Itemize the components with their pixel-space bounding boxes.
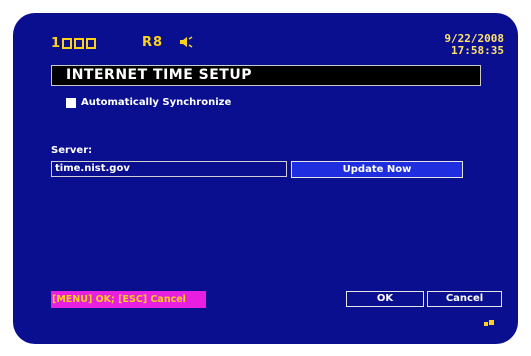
channel-boxes: [62, 37, 97, 49]
cancel-button[interactable]: Cancel: [427, 291, 502, 307]
network-status-icon: [484, 320, 494, 326]
time-text: 17:58:35: [451, 44, 504, 57]
channel-box-icon: [62, 37, 73, 49]
server-label: Server:: [51, 145, 93, 156]
channel-indicator: 1: [51, 35, 97, 51]
dialog-title: INTERNET TIME SETUP: [51, 65, 481, 86]
dvr-screen: 1 R8 9/22/2008 17:58:35 INTERNET TIME SE…: [13, 13, 518, 344]
speaker-icon: [180, 36, 193, 48]
update-now-button[interactable]: Update Now: [291, 161, 463, 178]
auto-sync-checkbox[interactable]: [66, 97, 76, 108]
auto-sync-option[interactable]: Automatically Synchronize: [66, 97, 231, 108]
ok-button[interactable]: OK: [346, 291, 424, 307]
server-input[interactable]: time.nist.gov: [51, 161, 287, 177]
auto-sync-label: Automatically Synchronize: [81, 97, 232, 108]
channel-number: 1: [51, 35, 61, 51]
help-hint: [MENU] OK; [ESC] Cancel: [51, 291, 206, 308]
date-time-display: 9/22/2008 17:58:35: [444, 33, 504, 57]
channel-box-icon: [86, 37, 97, 49]
rec-status-label: R8: [142, 35, 164, 50]
channel-box-icon: [74, 37, 85, 49]
